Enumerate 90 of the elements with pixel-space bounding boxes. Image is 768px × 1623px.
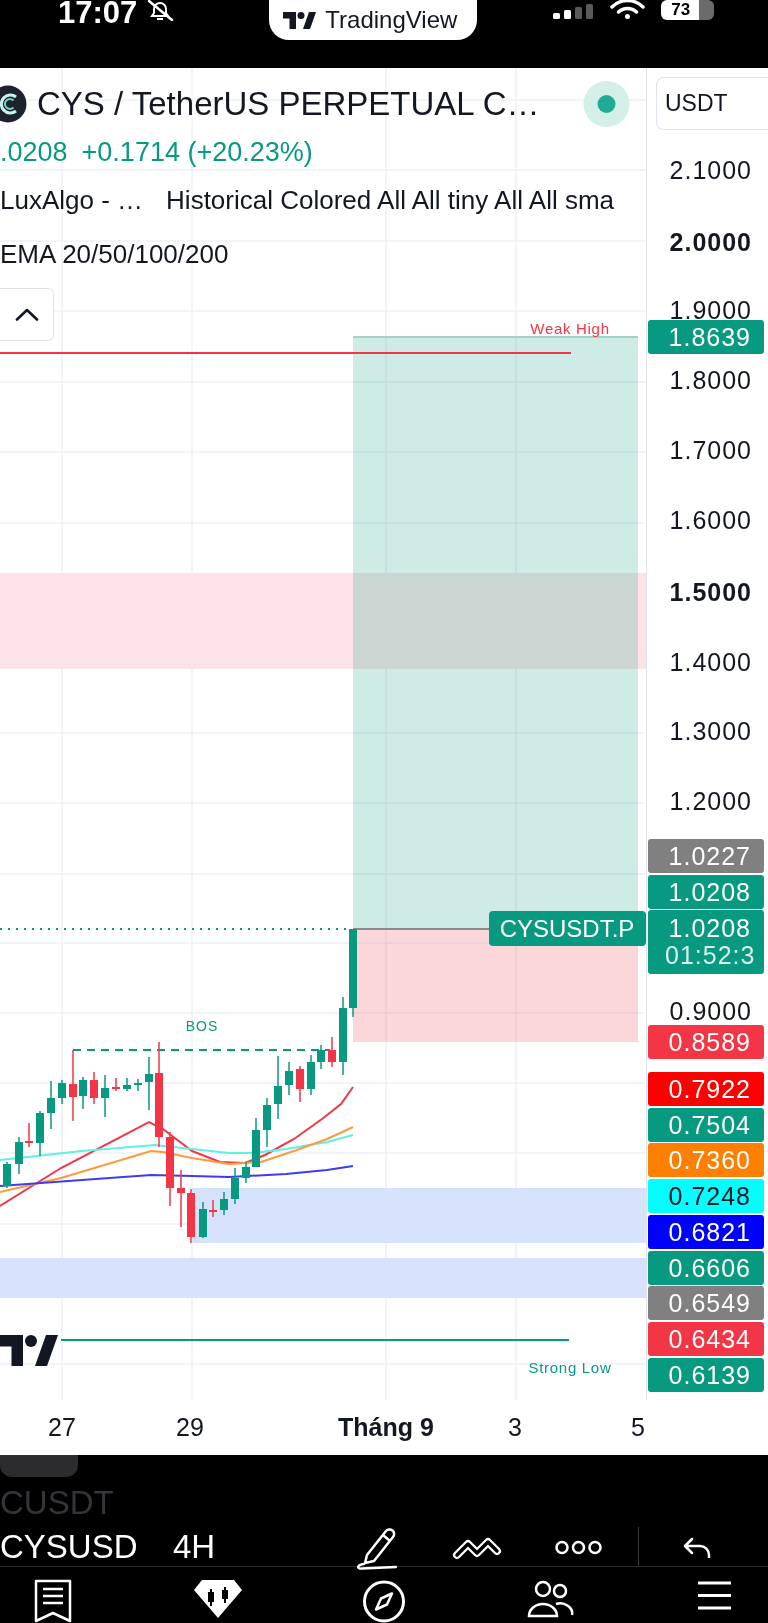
time-axis-label: 27 — [48, 1413, 76, 1441]
price-badge: 0.6549 — [648, 1286, 764, 1320]
compass-icon[interactable] — [361, 1579, 407, 1623]
price-badge: 0.8589 — [648, 1025, 764, 1059]
bullish-candle — [252, 1117, 260, 1168]
bullish-candle — [79, 1076, 87, 1110]
bullish-candle — [263, 1097, 271, 1148]
price-badge: 0.6139 — [648, 1358, 764, 1392]
last-price: .0208 — [0, 136, 68, 169]
faded-symbol-label: CUSDT — [0, 1485, 114, 1521]
price-label: 1.0208 — [668, 913, 751, 943]
bullish-candle — [47, 1080, 55, 1130]
time-axis-label: Tháng 9 — [338, 1413, 434, 1441]
price-tick-label: 1.5000 — [669, 577, 752, 607]
bearish-candle — [90, 1071, 98, 1105]
price-tick-label: 0.9000 — [669, 996, 752, 1026]
collapse-button[interactable] — [0, 288, 54, 341]
bos-label: BOS — [185, 1018, 219, 1034]
symbol-tag: CYSUSDT.P — [489, 911, 646, 946]
price-badge: 0.6821 — [648, 1215, 764, 1249]
price-tick-label: 1.7000 — [669, 435, 752, 465]
candlestick-diamond-icon[interactable] — [193, 1579, 243, 1619]
bearish-candle — [328, 1036, 336, 1068]
indicator-label: Historical Colored All All tiny All All sma — [166, 184, 615, 217]
indicator-label: EMA 20/50/100/200 — [0, 238, 229, 271]
time-axis-label: 5 — [631, 1413, 645, 1441]
status-time: 17:07 — [58, 0, 138, 26]
bullish-candle — [220, 1191, 228, 1216]
bullish-candle — [285, 1061, 293, 1096]
price-badge: 1.0227 — [648, 839, 764, 873]
price-badge: 1.8639 — [648, 320, 764, 354]
price-badge: 0.6434 — [648, 1322, 764, 1356]
price-tick-label: 2.1000 — [669, 155, 752, 185]
interval-button[interactable]: 4H — [173, 1527, 216, 1567]
bookmark-list-icon[interactable] — [33, 1579, 73, 1623]
bullish-candle — [274, 1055, 282, 1120]
bell-slash-icon — [145, 0, 176, 21]
app-name: TradingView — [325, 6, 458, 34]
bullish-candle — [58, 1079, 66, 1105]
bullish-candle — [101, 1074, 109, 1118]
currency-dropdown[interactable]: USDT — [656, 77, 768, 130]
price-badge: 0.7504 — [648, 1108, 764, 1142]
time-axis-label: 29 — [176, 1413, 204, 1441]
weak-high-label: Weak High — [530, 320, 610, 337]
symbol-label[interactable]: CYSUSD — [0, 1527, 138, 1567]
chart-logo-icon — [0, 1335, 58, 1366]
price-badge: 1.0208 — [648, 875, 764, 909]
price-badge: 0.7922 — [648, 1072, 764, 1106]
bearish-candle — [25, 1122, 33, 1148]
bullish-candle — [15, 1136, 23, 1175]
bullish-candle — [36, 1110, 44, 1157]
bullish-candle — [199, 1201, 207, 1239]
bullish-candle — [145, 1056, 153, 1111]
price-badge: 0.7360 — [648, 1143, 764, 1177]
price-change: +0.1714 (+20.23%) — [81, 136, 313, 169]
price-badge: 0.6606 — [648, 1251, 764, 1285]
bullish-candle — [317, 1044, 325, 1070]
chevron-icon — [14, 308, 39, 321]
time-axis-label: 3 — [508, 1413, 522, 1441]
bearish-candle — [187, 1188, 195, 1244]
price-tick-label: 2.0000 — [669, 227, 752, 257]
indicator-label: LuxAlgo - … — [0, 184, 144, 217]
bullish-candle — [134, 1078, 142, 1092]
strong-low-label: Strong Low — [528, 1359, 612, 1376]
price-tick-label: 1.8000 — [669, 365, 752, 395]
wifi-icon — [609, 0, 647, 19]
bullish-candle — [3, 1161, 11, 1189]
bullish-candle — [123, 1077, 131, 1092]
bearish-candle — [296, 1065, 304, 1103]
logo-icon — [283, 11, 317, 29]
coin-logo-icon — [0, 85, 27, 123]
price-badge: 0.7248 — [648, 1179, 764, 1213]
bullish-candle — [231, 1167, 239, 1205]
bearish-candle — [209, 1199, 217, 1218]
more-icon[interactable] — [555, 1539, 602, 1555]
price-tick-label: 1.6000 — [669, 505, 752, 535]
bearish-candle — [177, 1169, 185, 1228]
bullish-candle — [242, 1161, 250, 1184]
countdown-text: 01:52:3 — [665, 943, 756, 967]
bullish-candle — [307, 1054, 315, 1096]
price-tick-label: 1.4000 — [669, 647, 752, 677]
bearish-candle — [112, 1077, 120, 1092]
symbol-title[interactable]: CYS / TetherUS PERPETUAL C… — [37, 84, 540, 124]
menu-icon[interactable] — [696, 1579, 733, 1612]
undo-icon[interactable] — [683, 1536, 711, 1558]
battery-icon: 73 — [661, 0, 715, 20]
price-tick-label: 1.2000 — [669, 786, 752, 816]
people-icon[interactable] — [525, 1579, 574, 1618]
signal-icon — [553, 4, 595, 19]
price-tick-label: 1.3000 — [669, 716, 752, 746]
